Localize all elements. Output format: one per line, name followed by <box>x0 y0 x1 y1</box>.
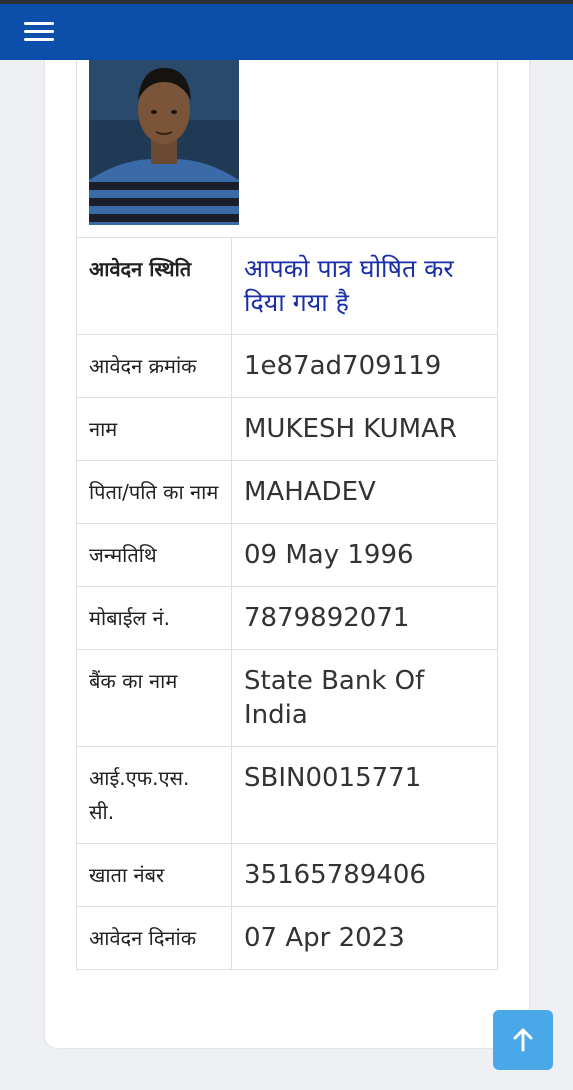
row-label: पिता/पति का नाम <box>76 460 232 524</box>
row-label: आवेदन स्थिति <box>76 237 232 335</box>
table-row: आवेदन क्रमांक 1e87ad709119 <box>76 334 498 398</box>
applicant-details-table: आवेदन स्थिति आपको पात्र घोषित कर दिया गय… <box>76 237 498 970</box>
row-value: 07 Apr 2023 <box>231 906 498 970</box>
table-row: पिता/पति का नाम MAHADEV <box>76 460 498 524</box>
table-row: जन्मतिथि 09 May 1996 <box>76 523 498 587</box>
row-label: आई.एफ.एस. सी. <box>76 746 232 844</box>
table-row: नाम MUKESH KUMAR <box>76 397 498 461</box>
applicant-photo <box>89 60 239 225</box>
top-navbar <box>0 4 573 60</box>
applicant-details-card: आवेदन स्थिति आपको पात्र घोषित कर दिया गय… <box>45 60 529 1048</box>
row-label: आवेदन दिनांक <box>76 906 232 970</box>
arrow-up-icon <box>513 1028 533 1052</box>
row-label: जन्मतिथि <box>76 523 232 587</box>
row-value: 09 May 1996 <box>231 523 498 587</box>
row-value: 7879892071 <box>231 586 498 650</box>
table-row: मोबाईल नं. 7879892071 <box>76 586 498 650</box>
table-row: बैंक का नाम State Bank Of India <box>76 649 498 747</box>
application-status-value: आपको पात्र घोषित कर दिया गया है <box>231 237 498 335</box>
photo-row <box>76 60 498 237</box>
row-value: 35165789406 <box>231 843 498 907</box>
row-value: SBIN0015771 <box>231 746 498 844</box>
table-row: आवेदन स्थिति आपको पात्र घोषित कर दिया गय… <box>76 237 498 335</box>
row-value: MAHADEV <box>231 460 498 524</box>
table-row: खाता नंबर 35165789406 <box>76 843 498 907</box>
row-label: मोबाईल नं. <box>76 586 232 650</box>
row-label: नाम <box>76 397 232 461</box>
row-value: MUKESH KUMAR <box>231 397 498 461</box>
table-row: आवेदन दिनांक 07 Apr 2023 <box>76 906 498 970</box>
table-row: आई.एफ.एस. सी. SBIN0015771 <box>76 746 498 844</box>
row-label: खाता नंबर <box>76 843 232 907</box>
row-label: आवेदन क्रमांक <box>76 334 232 398</box>
row-value: 1e87ad709119 <box>231 334 498 398</box>
row-label: बैंक का नाम <box>76 649 232 747</box>
scroll-to-top-button[interactable] <box>493 1010 553 1070</box>
hamburger-menu-icon[interactable] <box>24 20 54 44</box>
row-value: State Bank Of India <box>231 649 498 747</box>
